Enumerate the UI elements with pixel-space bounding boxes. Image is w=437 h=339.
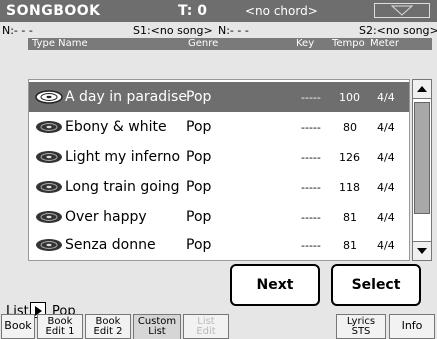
status-n2: N:- - - bbox=[218, 24, 249, 37]
status-s1: S1:<no song> bbox=[133, 24, 213, 37]
song-name: A day in paradise bbox=[65, 89, 187, 105]
next-button[interactable]: Next bbox=[230, 264, 320, 306]
song-genre: Pop bbox=[186, 149, 212, 165]
tab-bar: Book Book Edit 1 Book Edit 2 Custom List… bbox=[0, 314, 437, 339]
disc-icon bbox=[36, 211, 62, 223]
scroll-up-button[interactable] bbox=[413, 80, 431, 99]
tab-label-line2: List bbox=[148, 326, 166, 337]
song-tempo: 126 bbox=[339, 151, 360, 164]
tempo-display: T: 0 bbox=[178, 3, 207, 19]
song-name: Ebony & white bbox=[65, 119, 167, 135]
tab-label-line2: Edit 1 bbox=[45, 326, 75, 337]
song-genre: Pop bbox=[186, 179, 212, 195]
down-triangle-icon bbox=[391, 5, 413, 16]
song-row[interactable]: A day in paradise Pop ----- 100 4/4 bbox=[29, 82, 409, 112]
tab-label: Book bbox=[4, 319, 32, 332]
col-genre: Genre bbox=[188, 38, 219, 49]
tab-book[interactable]: Book bbox=[1, 314, 35, 339]
disc-icon bbox=[36, 239, 62, 251]
tab-book-edit-2[interactable]: Book Edit 2 bbox=[85, 314, 131, 339]
tab-lyrics-sts[interactable]: Lyrics STS bbox=[336, 314, 386, 339]
song-genre: Pop bbox=[186, 89, 212, 105]
chord-display: <no chord> bbox=[245, 4, 318, 18]
song-name: Over happy bbox=[65, 209, 147, 225]
tab-label: Info bbox=[401, 319, 423, 332]
song-tempo: 81 bbox=[343, 239, 357, 252]
col-meter: Meter bbox=[370, 38, 399, 49]
tab-info[interactable]: Info bbox=[389, 314, 435, 339]
song-list[interactable]: A day in paradise Pop ----- 100 4/4 Ebon… bbox=[28, 79, 410, 261]
disc-icon bbox=[36, 181, 62, 193]
song-row[interactable]: Ebony & white Pop ----- 80 4/4 bbox=[29, 112, 409, 142]
song-key: ----- bbox=[301, 181, 321, 194]
select-button[interactable]: Select bbox=[331, 264, 421, 306]
page-title: SONGBOOK bbox=[6, 3, 101, 19]
tab-custom-list[interactable]: Custom List bbox=[133, 314, 181, 339]
song-name: Long train going bbox=[65, 179, 180, 195]
song-key: ----- bbox=[301, 121, 321, 134]
up-arrow-icon bbox=[417, 86, 427, 92]
song-name: Senza donne bbox=[65, 237, 156, 253]
song-meter: 4/4 bbox=[377, 211, 395, 224]
scroll-thumb[interactable] bbox=[414, 102, 430, 214]
down-arrow-icon bbox=[417, 248, 427, 254]
song-tempo: 80 bbox=[343, 121, 357, 134]
song-key: ----- bbox=[301, 211, 321, 224]
song-tempo: 100 bbox=[339, 91, 360, 104]
song-tempo: 81 bbox=[343, 211, 357, 224]
tab-label-line2: STS bbox=[351, 326, 371, 337]
song-row[interactable]: Long train going Pop ----- 118 4/4 bbox=[29, 172, 409, 202]
song-list-scrollbar[interactable] bbox=[412, 79, 432, 261]
col-key: Key bbox=[296, 38, 315, 49]
song-genre: Pop bbox=[186, 119, 212, 135]
tab-label-line2: Edit bbox=[196, 326, 216, 337]
song-meter: 4/4 bbox=[377, 121, 395, 134]
disc-icon bbox=[35, 90, 63, 104]
page-menu-button[interactable] bbox=[374, 3, 430, 18]
songbook-screen: SONGBOOK T: 0 <no chord> N:- - - S1:<no … bbox=[0, 0, 437, 339]
song-genre: Pop bbox=[186, 237, 212, 253]
scroll-down-button[interactable] bbox=[413, 241, 431, 260]
status-line: N:- - - S1:<no song> N:- - - S2:<no song… bbox=[0, 22, 437, 38]
song-meter: 4/4 bbox=[377, 91, 395, 104]
song-row[interactable]: Over happy Pop ----- 81 4/4 bbox=[29, 202, 409, 232]
status-s2: S2:<no song> bbox=[359, 24, 437, 37]
status-n1: N:- - - bbox=[2, 24, 33, 37]
song-tempo: 118 bbox=[339, 181, 360, 194]
song-key: ----- bbox=[301, 151, 321, 164]
disc-icon bbox=[36, 121, 62, 133]
tab-book-edit-1[interactable]: Book Edit 1 bbox=[37, 314, 83, 339]
tab-label-line2: Edit 2 bbox=[93, 326, 123, 337]
song-row[interactable]: Light my inferno Pop ----- 126 4/4 bbox=[29, 142, 409, 172]
column-header: Type Name Genre Key Tempo Meter bbox=[28, 38, 432, 50]
song-key: ----- bbox=[301, 91, 321, 104]
song-meter: 4/4 bbox=[377, 151, 395, 164]
song-genre: Pop bbox=[186, 209, 212, 225]
song-key: ----- bbox=[301, 239, 321, 252]
tab-list-edit: List Edit bbox=[183, 314, 229, 339]
col-type-name: Type Name bbox=[32, 38, 88, 49]
disc-icon bbox=[36, 151, 62, 163]
song-meter: 4/4 bbox=[377, 239, 395, 252]
song-meter: 4/4 bbox=[377, 181, 395, 194]
song-name: Light my inferno bbox=[65, 149, 181, 165]
col-tempo: Tempo bbox=[332, 38, 365, 49]
title-bar: SONGBOOK T: 0 <no chord> bbox=[0, 0, 437, 22]
song-row[interactable]: Senza donne Pop ----- 81 4/4 bbox=[29, 230, 409, 260]
